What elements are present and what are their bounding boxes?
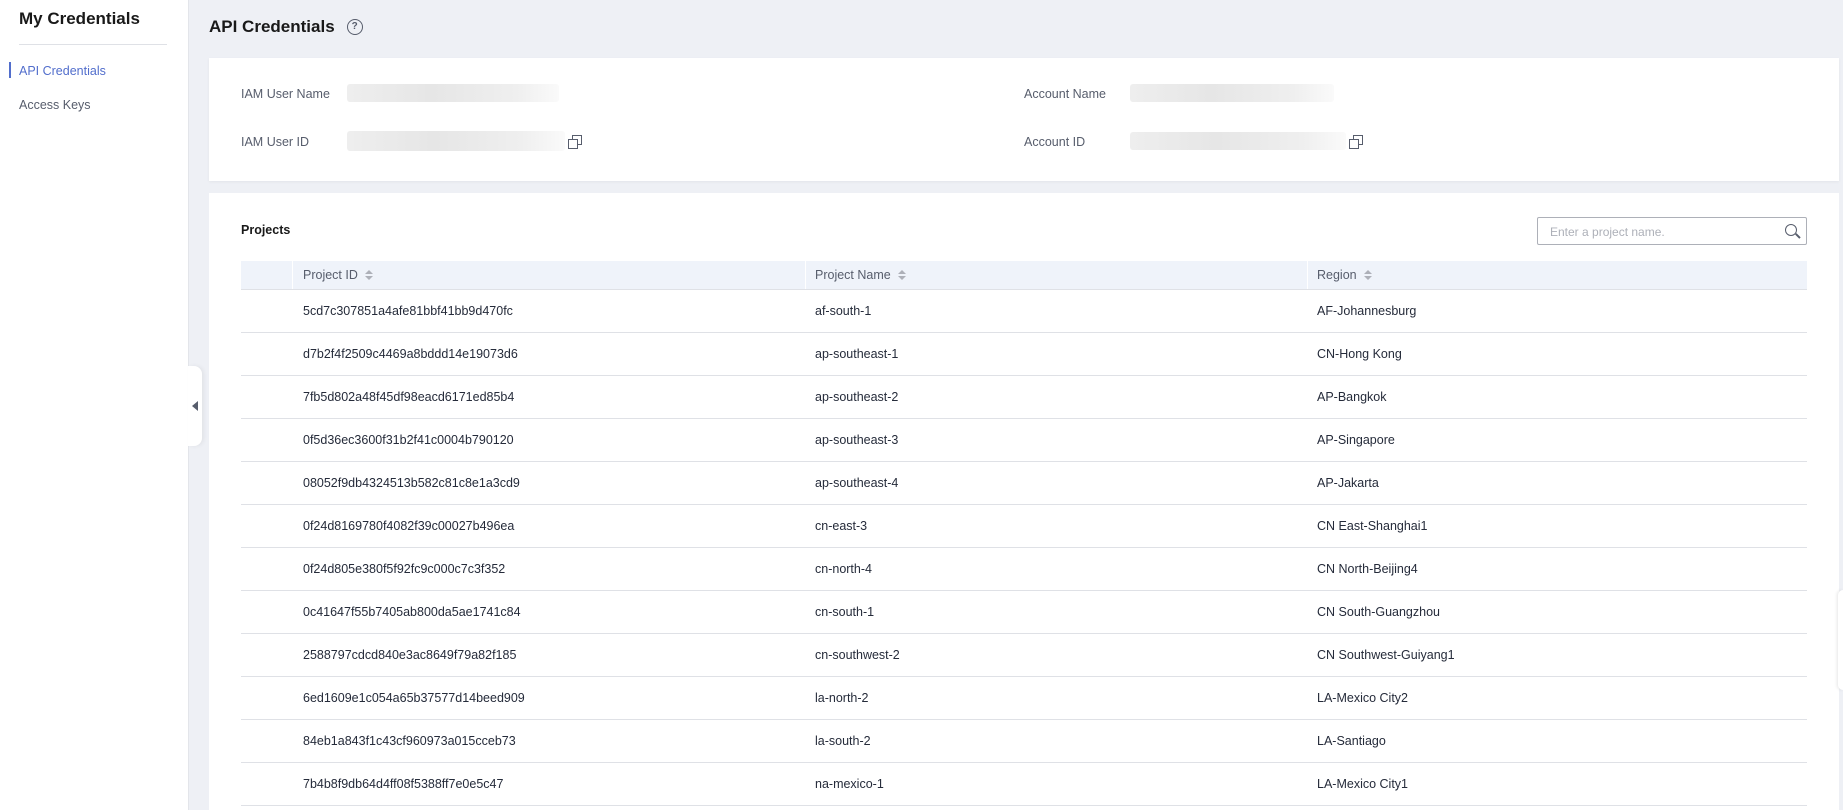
projects-card: Projects Project ID Project Name Region [209, 193, 1839, 810]
sidebar-title: My Credentials [19, 9, 140, 28]
region-cell: CN East-Shanghai1 [1317, 519, 1428, 533]
table-row: 0c41647f55b7405ab800da5ae1741c84 cn-south… [241, 591, 1807, 634]
table-row: 0f24d805e380f5f92fc9c000c7c3f352 cn-north… [241, 548, 1807, 591]
sidebar: My Credentials API Credentials Access Ke… [0, 0, 189, 810]
project-name-cell: cn-south-1 [815, 605, 875, 619]
sort-icon[interactable] [897, 270, 906, 280]
region-cell: LA-Mexico City2 [1317, 691, 1408, 705]
project-id-cell: 0f5d36ec3600f31b2f41c0004b790120 [303, 433, 514, 447]
column-header-project-id[interactable]: Project ID [303, 261, 373, 289]
project-id-cell: 6ed1609e1c054a65b37577d14beed909 [303, 691, 525, 705]
help-icon[interactable]: ? [346, 19, 363, 35]
table-row: 08052f9db4324513b582c81c8e1a3cd9 ap-south… [241, 462, 1807, 505]
table-row: 0f5d36ec3600f31b2f41c0004b790120 ap-south… [241, 419, 1807, 462]
sidebar-collapse-toggle[interactable] [188, 366, 202, 446]
column-header-project-name[interactable]: Project Name [815, 261, 906, 289]
floating-side-tab[interactable] [1838, 590, 1843, 690]
collapse-left-icon [192, 401, 198, 411]
iam-user-name-label: IAM User Name [241, 87, 330, 101]
project-name-cell: la-north-2 [815, 691, 869, 705]
iam-user-id-label: IAM User ID [241, 135, 310, 149]
project-name-cell: ap-southeast-3 [815, 433, 899, 447]
project-name-cell: cn-north-4 [815, 562, 872, 576]
account-id-label: Account ID [1024, 135, 1086, 149]
column-header-label: Project ID [303, 268, 358, 282]
project-name-cell: la-south-2 [815, 734, 871, 748]
region-cell: AP-Bangkok [1317, 390, 1387, 404]
region-cell: CN-Hong Kong [1317, 347, 1402, 361]
project-name-cell: cn-east-3 [815, 519, 868, 533]
column-header-label: Region [1317, 268, 1357, 282]
project-search [1537, 217, 1807, 246]
table-row: 6ed1609e1c054a65b37577d14beed909 la-north… [241, 677, 1807, 720]
project-id-cell: 0c41647f55b7405ab800da5ae1741c84 [303, 605, 521, 619]
column-header-region[interactable]: Region [1317, 261, 1372, 289]
project-search-input[interactable] [1548, 218, 1772, 246]
projects-table: Project ID Project Name Region 5cd7c3078… [241, 261, 1807, 806]
project-name-cell: ap-southeast-2 [815, 390, 899, 404]
account-id-value [1130, 132, 1346, 150]
project-name-cell: cn-southwest-2 [815, 648, 900, 662]
copy-account-id-icon[interactable] [1349, 135, 1363, 149]
project-name-cell: ap-southeast-4 [815, 476, 899, 490]
region-cell: AF-Johannesburg [1317, 304, 1417, 318]
project-id-cell: 2588797cdcd840e3ac8649f79a82f185 [303, 648, 517, 662]
region-cell: CN South-Guangzhou [1317, 605, 1440, 619]
active-indicator [9, 62, 11, 78]
region-cell: CN Southwest-Guiyang1 [1317, 648, 1455, 662]
project-id-cell: 7b4b8f9db64d4ff08f5388ff7e0e5c47 [303, 777, 504, 791]
sort-icon[interactable] [364, 270, 373, 280]
project-name-cell: ap-southeast-1 [815, 347, 899, 361]
search-icon[interactable] [1784, 223, 1801, 239]
iam-user-name-value [347, 84, 559, 102]
region-cell: AP-Singapore [1317, 433, 1395, 447]
table-row: 84eb1a843f1c43cf960973a015cceb73 la-south… [241, 720, 1807, 763]
column-header-label: Project Name [815, 268, 891, 282]
copy-iam-user-id-icon[interactable] [568, 135, 582, 149]
sidebar-item-access-keys[interactable]: Access Keys [19, 98, 91, 112]
region-cell: LA-Santiago [1317, 734, 1386, 748]
project-id-cell: 08052f9db4324513b582c81c8e1a3cd9 [303, 476, 520, 490]
table-row: d7b2f4f2509c4469a8bddd14e19073d6 ap-south… [241, 333, 1807, 376]
project-id-cell: 0f24d8169780f4082f39c00027b496ea [303, 519, 515, 533]
table-row: 0f24d8169780f4082f39c00027b496ea cn-east-… [241, 505, 1807, 548]
project-id-cell: d7b2f4f2509c4469a8bddd14e19073d6 [303, 347, 518, 361]
account-name-label: Account Name [1024, 87, 1106, 101]
table-row: 7fb5d802a48f45df98eacd6171ed85b4 ap-south… [241, 376, 1807, 419]
region-cell: CN North-Beijing4 [1317, 562, 1418, 576]
project-id-cell: 7fb5d802a48f45df98eacd6171ed85b4 [303, 390, 515, 404]
project-name-cell: na-mexico-1 [815, 777, 884, 791]
table-row: 7b4b8f9db64d4ff08f5388ff7e0e5c47 na-mexic… [241, 763, 1807, 806]
account-name-value [1130, 84, 1334, 102]
sidebar-item-api-credentials[interactable]: API Credentials [19, 64, 106, 78]
region-cell: AP-Jakarta [1317, 476, 1379, 490]
region-cell: LA-Mexico City1 [1317, 777, 1408, 791]
iam-user-id-value [347, 131, 565, 151]
project-id-cell: 0f24d805e380f5f92fc9c000c7c3f352 [303, 562, 506, 576]
table-row: 5cd7c307851a4afe81bbf41bb9d470fc af-south… [241, 290, 1807, 333]
page-header: API Credentials ? [209, 17, 363, 37]
project-id-cell: 84eb1a843f1c43cf960973a015cceb73 [303, 734, 516, 748]
sort-icon[interactable] [1363, 270, 1372, 280]
user-info-card: IAM User Name IAM User ID Account Name A… [209, 58, 1839, 181]
table-row: 2588797cdcd840e3ac8649f79a82f185 cn-south… [241, 634, 1807, 677]
page-title: API Credentials [209, 17, 335, 36]
table-header: Project ID Project Name Region [241, 261, 1807, 290]
project-id-cell: 5cd7c307851a4afe81bbf41bb9d470fc [303, 304, 513, 318]
sidebar-divider [19, 44, 167, 45]
project-name-cell: af-south-1 [815, 304, 872, 318]
projects-title: Projects [241, 223, 291, 237]
